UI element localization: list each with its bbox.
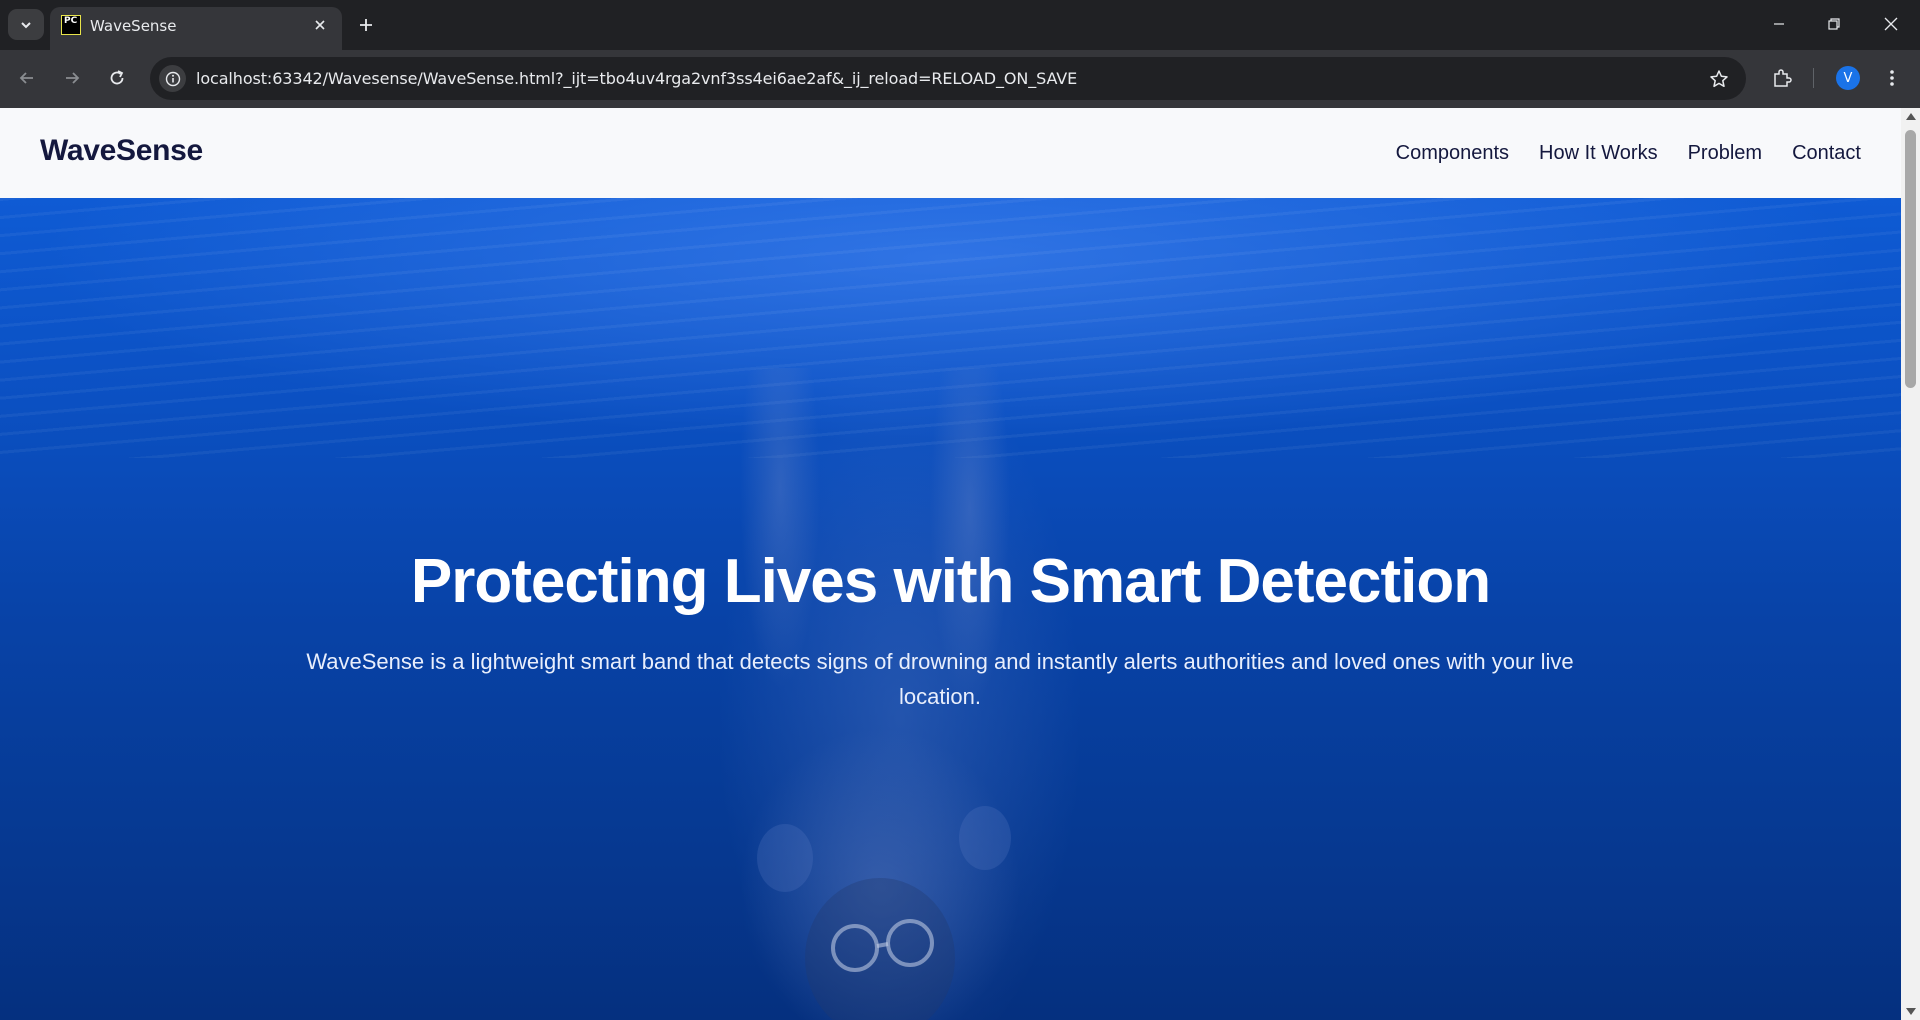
close-window-button[interactable] [1862,0,1920,48]
site-nav: Components How It Works Problem Contact [1396,142,1861,165]
site-info-button[interactable] [159,65,186,92]
nav-link-components[interactable]: Components [1396,142,1509,165]
minimize-button[interactable] [1750,0,1808,48]
extensions-button[interactable] [1766,62,1798,94]
address-bar[interactable]: localhost:63342/Wavesense/WaveSense.html… [150,57,1746,100]
profile-avatar[interactable]: V [1836,66,1860,90]
nav-link-how-it-works[interactable]: How It Works [1539,142,1658,165]
arrow-left-icon [19,72,33,84]
tab-close-button[interactable] [308,13,332,37]
browser-toolbar: localhost:63342/Wavesense/WaveSense.html… [0,50,1920,108]
page-scrollbar[interactable] [1901,108,1920,1020]
restore-icon [1828,18,1840,30]
scroll-down-arrow-icon[interactable] [1906,1008,1916,1015]
hero-section: Protecting Lives with Smart Detection Wa… [0,198,1901,1020]
restore-button[interactable] [1805,0,1863,48]
tab-search-button[interactable] [8,9,44,40]
info-icon [165,71,180,86]
puzzle-icon [1774,69,1792,87]
nav-link-contact[interactable]: Contact [1792,142,1861,165]
arrow-right-icon [66,72,80,84]
page-viewport: WaveSense Components How It Works Proble… [0,108,1901,1020]
hero-title: Protecting Lives with Smart Detection [410,547,1491,616]
star-icon [1710,70,1728,88]
toolbar-divider [1813,68,1814,88]
browser-titlebar: PC WaveSense [0,0,1920,50]
minimize-icon [1774,23,1784,25]
site-header: WaveSense Components How It Works Proble… [0,108,1901,198]
close-icon [315,20,325,30]
reload-button[interactable] [100,61,134,95]
scrollbar-thumb[interactable] [1905,130,1916,388]
bookmark-button[interactable] [1706,66,1732,92]
more-vertical-icon [1890,70,1894,86]
forward-button[interactable] [55,61,89,95]
url-text[interactable]: localhost:63342/Wavesense/WaveSense.html… [196,69,1077,88]
site-logo[interactable]: WaveSense [40,134,203,168]
hero-subtitle: WaveSense is a lightweight smart band th… [306,649,1574,709]
browser-menu-button[interactable] [1876,62,1908,94]
plus-icon [360,19,372,31]
browser-tab[interactable]: PC WaveSense [50,7,342,50]
nav-link-problem[interactable]: Problem [1688,142,1762,165]
pycharm-favicon-icon: PC [61,15,81,35]
tab-title: WaveSense [90,17,177,35]
close-icon [1884,17,1898,31]
chevron-down-icon [21,21,31,28]
new-tab-button[interactable] [352,11,380,39]
scroll-up-arrow-icon[interactable] [1906,113,1916,120]
reload-icon [110,70,124,85]
back-button[interactable] [10,61,44,95]
